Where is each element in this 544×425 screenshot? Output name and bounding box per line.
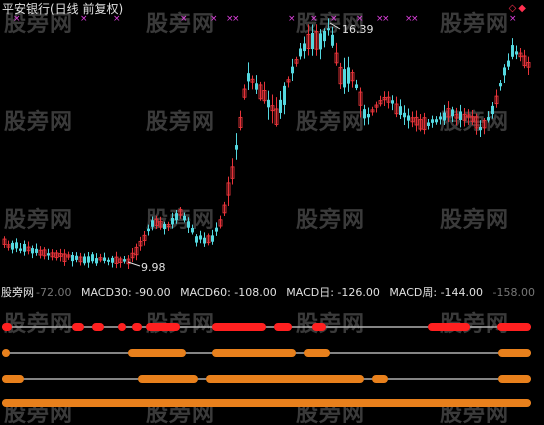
indicator-segment	[497, 323, 531, 331]
indicator-segment	[2, 323, 12, 331]
macd-readout: MACD30: -90.00	[80, 286, 171, 299]
indicator-segment	[206, 375, 364, 383]
indicator-title: 股旁网	[1, 286, 34, 299]
macd-readout: MACD周: -144.00	[389, 286, 484, 299]
indicator-chart[interactable]	[0, 0, 544, 425]
indicator-segment	[212, 323, 266, 331]
indicator-segment	[312, 323, 326, 331]
indicator-segment	[138, 375, 198, 383]
macd-readout: MACD60: -108.00	[180, 286, 277, 299]
indicator-segment	[128, 349, 186, 357]
high-price-label: 16.39	[342, 23, 374, 36]
indicator-segment	[2, 375, 24, 383]
indicator-segment	[2, 399, 531, 407]
indicator-segment	[146, 323, 180, 331]
indicator-segment	[372, 375, 388, 383]
indicator-segment	[92, 323, 104, 331]
macd-readout: MACD日: -126.00	[286, 286, 380, 299]
low-price-label: 9.98	[141, 261, 166, 274]
diamond-icon[interactable]: ◇◆	[509, 2, 528, 15]
indicator-segment	[212, 349, 296, 357]
macd-readout-row: -72.00 MACD30: -90.00 MACD60: -108.00 MA…	[36, 286, 541, 299]
indicator-segment	[2, 349, 10, 357]
indicator-segment	[498, 349, 531, 357]
indicator-segment	[428, 323, 470, 331]
indicator-segment	[498, 375, 531, 383]
macd-readout: -158.00	[492, 286, 535, 299]
macd-readout: -72.00	[36, 286, 72, 299]
indicator-segment	[274, 323, 292, 331]
indicator-segment	[304, 349, 330, 357]
indicator-segment	[118, 323, 126, 331]
chart-title: 平安银行(日线 前复权)	[2, 2, 124, 16]
indicator-segment	[132, 323, 142, 331]
chart-window: 股旁网 股旁网 股旁网 股旁网 股旁网 股旁网 股旁网 股旁网 股旁网 股旁网 …	[0, 0, 544, 425]
indicator-segment	[72, 323, 84, 331]
